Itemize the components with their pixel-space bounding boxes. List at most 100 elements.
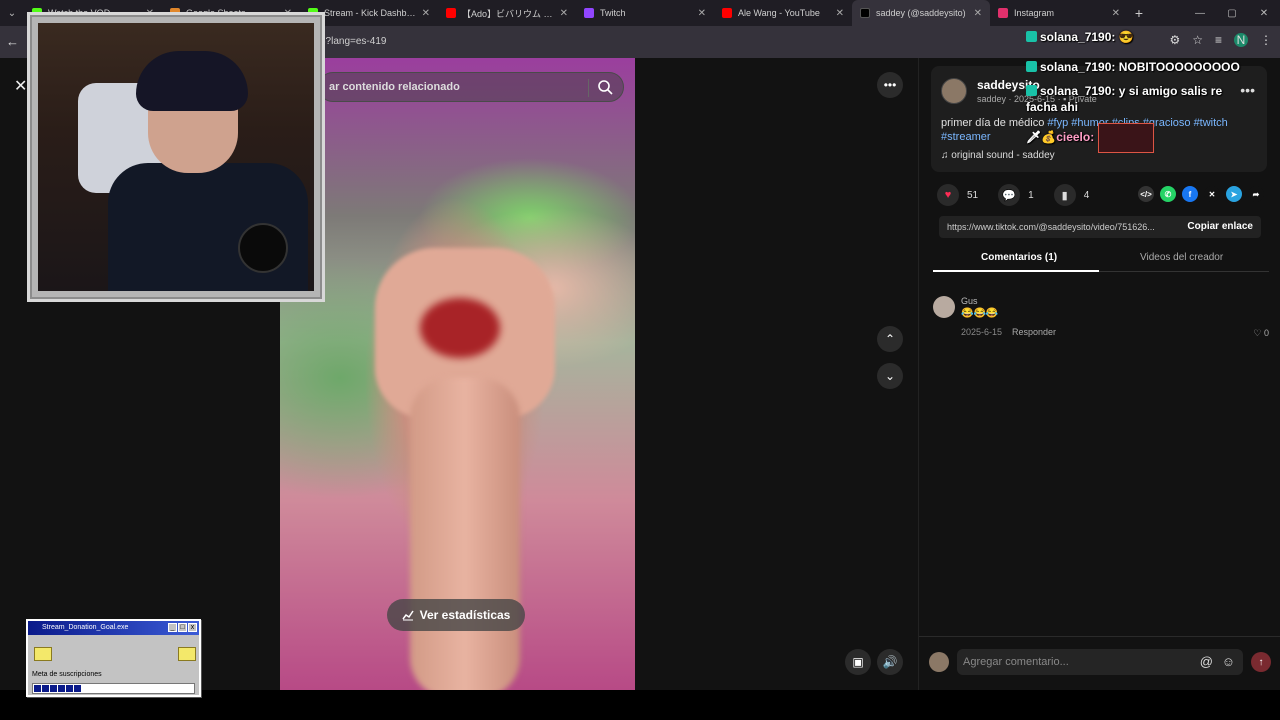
address-bar[interactable]: 3?lang=es-419 [320,36,386,47]
comment-like-button[interactable]: ♡ 0 [1253,328,1269,339]
chat-message: solana_7190: NOBITOOOOOOOOO [1026,60,1240,74]
profile-avatar[interactable]: N [1234,33,1248,47]
hashtag[interactable]: #streamer [941,131,991,143]
close-tab-icon[interactable]: ✕ [560,8,568,19]
share-link-box: https://www.tiktok.com/@saddeysito/video… [939,216,1261,238]
save-button[interactable]: ▮ 4 [1053,184,1089,206]
chat-message: facha ahi [1026,100,1079,114]
kick-badge-icon [1026,61,1037,72]
instagram-favicon-icon [998,8,1008,18]
pip-icon[interactable]: ▣ [845,649,871,675]
whatsapp-icon[interactable]: ✆ [1160,186,1176,202]
media-control-icon[interactable]: ≡ [1215,33,1222,47]
more-options-button[interactable]: ••• [877,72,903,98]
maximize-icon: □ [178,623,187,632]
youtube-favicon-icon [722,8,732,18]
share-arrow-icon[interactable]: ➦ [1248,186,1264,202]
x-icon[interactable]: ✕ [1204,186,1220,202]
comment-composer: Agregar comentario... @ ☺ ↑ [919,636,1280,690]
comment-text: 😂😂😂 [961,308,999,319]
close-tab-icon[interactable]: ✕ [1112,8,1120,19]
donation-window-buttons: _ □ x [168,623,197,632]
cam-microphone [238,223,288,273]
toolbar-icons: ⚙ ☆ ≡ N ⋮ [1169,33,1272,47]
close-tab-icon[interactable]: ✕ [422,8,430,19]
user-avatar [929,652,949,672]
mention-icon[interactable]: @ [1200,654,1213,669]
new-tab-button[interactable]: + [1128,5,1150,21]
search-placeholder: ar contenido relacionado [329,81,460,93]
next-video-button[interactable]: ⌄ [877,363,903,389]
facebook-icon[interactable]: f [1182,186,1198,202]
tab-search-icon[interactable]: ⌄ [0,0,24,26]
sunglasses-emote-icon: 😎 [1118,30,1134,44]
search-icon[interactable] [597,79,613,100]
youtube-favicon-icon [446,8,456,18]
volume-icon[interactable]: 🔊 [877,649,903,675]
chat-message: 🗡💰cieelo: [1026,123,1155,153]
close-tab-icon[interactable]: ✕ [836,8,844,19]
stats-chart-icon [402,610,414,621]
video-player[interactable]: Ver estadísticas [280,58,635,690]
back-arrow-icon[interactable]: ← [6,34,19,49]
close-tab-icon[interactable]: ✕ [974,8,982,19]
kick-badge-icon [1026,31,1037,42]
comment-item: Gus 😂😂😂 2025-6-15 Responder ♡ 0 [933,294,1269,344]
minimize-icon[interactable]: — [1184,0,1216,26]
hashtag[interactable]: #twitch [1194,117,1228,129]
tab-3[interactable]: 【Ado】ビバリウム - YouTube✕ [438,0,576,26]
comment-button[interactable]: 💬 1 [998,184,1034,206]
emoji-icon[interactable]: ☺ [1222,654,1235,669]
previous-video-button[interactable]: ⌃ [877,326,903,352]
comment-tabs: Comentarios (1) Videos del creador [933,244,1269,272]
reply-button[interactable]: Responder [1012,327,1056,337]
chat-message: solana_7190: y si amigo salis re [1026,84,1222,98]
webcam-overlay [27,12,325,302]
extension-icon[interactable]: ⚙ [1169,33,1180,47]
post-more-icon[interactable]: ••• [1240,82,1255,98]
tab-7[interactable]: Instagram ✕ [990,0,1128,26]
bookmark-star-icon[interactable]: ☆ [1192,33,1203,47]
donation-progress-fill [34,685,83,692]
close-icon[interactable]: ✕ [14,76,27,96]
copy-link-button[interactable]: Copiar enlace [1187,221,1253,232]
comment-input[interactable]: Agregar comentario... @ ☺ [957,649,1243,675]
window-controls: — ▢ ✕ [1184,0,1280,26]
engagement-actions: ♥ 51 💬 1 ▮ 4 [937,184,1103,206]
tab-4[interactable]: Twitch ✕ [576,0,714,26]
send-comment-button[interactable]: ↑ [1251,652,1271,672]
close-window-icon[interactable]: ✕ [1248,0,1280,26]
tiktok-favicon-icon [860,8,870,18]
like-button[interactable]: ♥ 51 [937,184,978,206]
sword-badge-icon: 🗡 [1026,130,1042,145]
browser-menu-icon[interactable]: ⋮ [1260,33,1272,47]
close-tab-icon[interactable]: ✕ [698,8,706,19]
commenter-avatar[interactable] [933,296,955,318]
tab-6[interactable]: saddey (@saddeysito) ✕ [852,0,990,26]
active-tab-indicator [933,270,1099,272]
search-input[interactable]: ar contenido relacionado [318,72,624,102]
telegram-icon[interactable]: ➤ [1226,186,1242,202]
music-note-icon: ♫ [941,150,949,161]
donation-meta-label: Meta de suscripciones [32,671,102,678]
view-stats-button[interactable]: Ver estadísticas [387,599,525,631]
bookmark-icon: ▮ [1053,184,1076,206]
donation-progress-bar [32,683,195,694]
tab-5[interactable]: Ale Wang - YouTube ✕ [714,0,852,26]
video-arm [410,378,520,690]
chat-message: solana_7190: 😎 [1026,30,1134,44]
embed-icon[interactable]: </> [1138,186,1154,202]
donation-goal-widget: Stream_Donation_Goal.exe _ □ x Meta de s… [26,619,201,697]
tab-creator-videos[interactable]: Videos del creador [1140,252,1223,263]
heart-outline-icon: ♡ [1253,328,1262,338]
share-link[interactable]: https://www.tiktok.com/@saddeysito/video… [947,222,1169,232]
webcam-feed [38,23,314,291]
post-info-card: saddeysito saddey · 2025-6-15 · ▪ Privat… [931,66,1267,172]
tab-comments[interactable]: Comentarios (1) [981,252,1057,263]
kick-badge-icon [1026,85,1037,96]
maximize-icon[interactable]: ▢ [1216,0,1248,26]
cam-hair [136,51,248,111]
commenter-name[interactable]: Gus [961,296,978,306]
comment-date: 2025-6-15 [961,327,1003,337]
creator-avatar[interactable] [941,78,967,104]
